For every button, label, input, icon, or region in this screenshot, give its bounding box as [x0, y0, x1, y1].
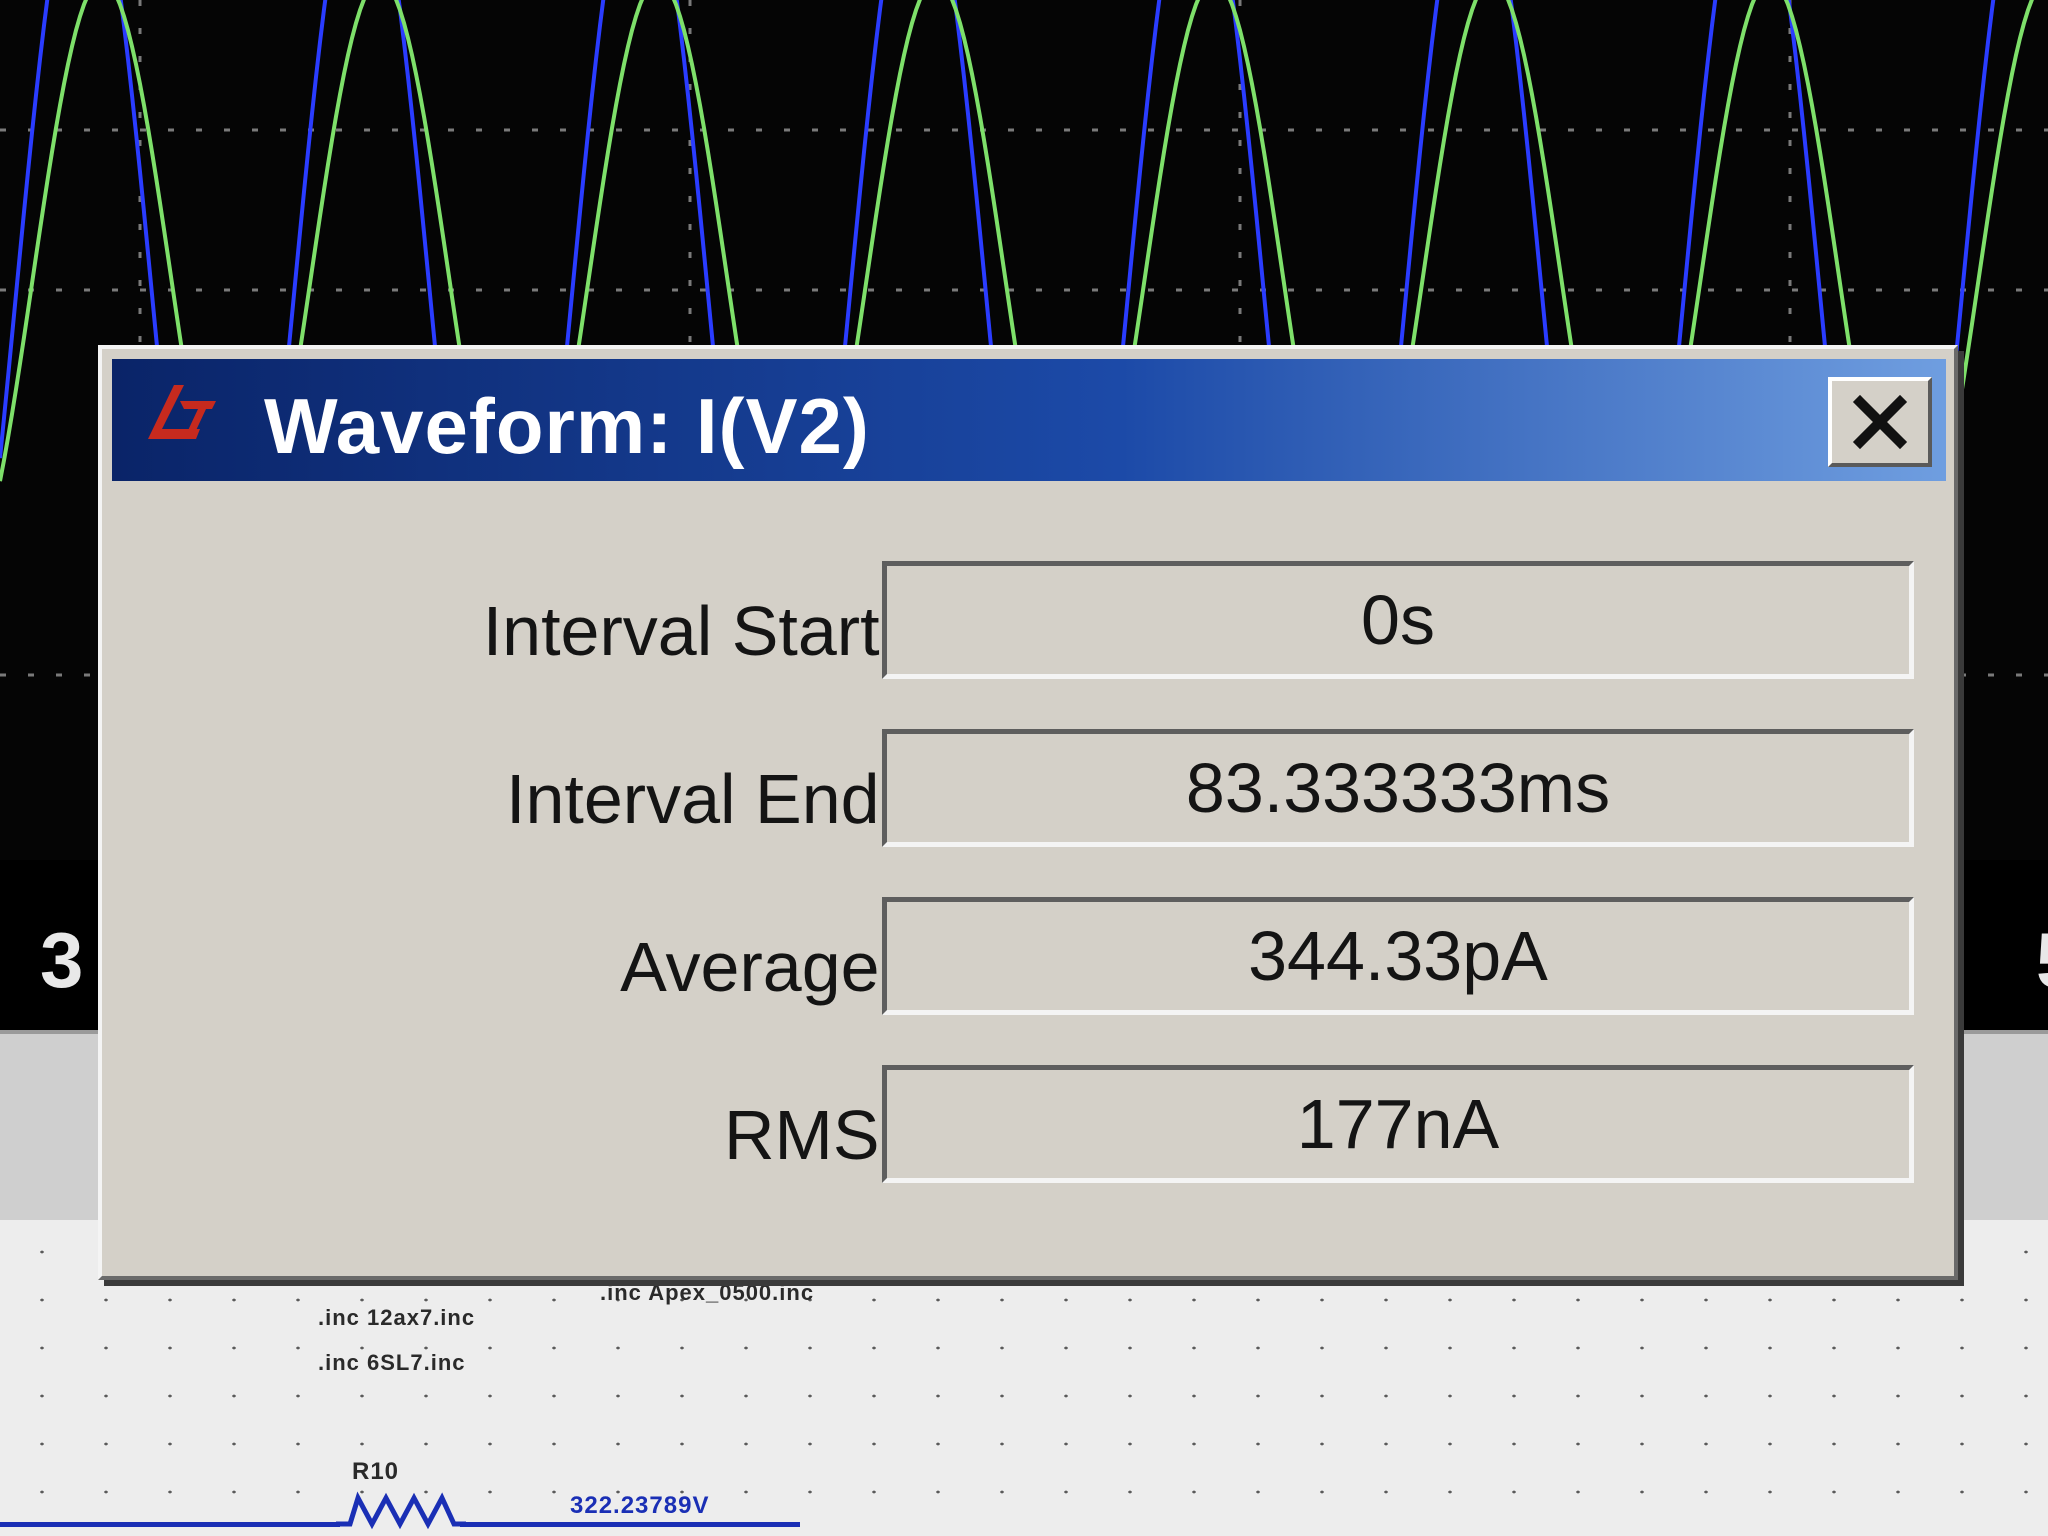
axis-tick-label-right: 5 — [2036, 915, 2048, 1006]
interval-start-field[interactable]: 0s — [882, 561, 1914, 679]
close-icon — [1852, 394, 1908, 450]
wire[interactable] — [460, 1522, 800, 1527]
dialog-titlebar[interactable]: Waveform: I(V2) — [112, 359, 1946, 481]
interval-start-label: Interval Start: — [482, 592, 899, 670]
spice-directive[interactable]: .inc 6SL7.inc — [318, 1350, 466, 1376]
spice-directive[interactable]: .inc 12ax7.inc — [318, 1305, 475, 1331]
close-button[interactable] — [1828, 377, 1932, 467]
resistor-label[interactable]: R10 — [352, 1458, 399, 1486]
resistor-symbol[interactable] — [336, 1490, 466, 1530]
wire[interactable] — [0, 1522, 340, 1527]
dialog-title: Waveform: I(V2) — [264, 382, 870, 470]
average-field[interactable]: 344.33pA — [882, 897, 1914, 1015]
rms-label: RMS: — [724, 1096, 899, 1174]
average-label: Average: — [620, 928, 899, 1006]
axis-tick-label-left: 3 — [40, 916, 84, 1004]
ltspice-logo-icon — [148, 385, 216, 439]
interval-end-field[interactable]: 83.333333ms — [882, 729, 1914, 847]
node-voltage-label: 322.23789V — [570, 1492, 710, 1519]
spice-directive[interactable]: .inc Apex_0500.inc — [600, 1280, 814, 1306]
interval-end-label: Interval End: — [506, 760, 899, 838]
screen: 3 5 .inc 12ax7.inc .inc 6SL7.inc .inc Ap… — [0, 0, 2048, 1536]
waveform-measure-dialog: Waveform: I(V2) Interval Start: 0s Inter… — [98, 345, 1958, 1280]
rms-field[interactable]: 177nA — [882, 1065, 1914, 1183]
